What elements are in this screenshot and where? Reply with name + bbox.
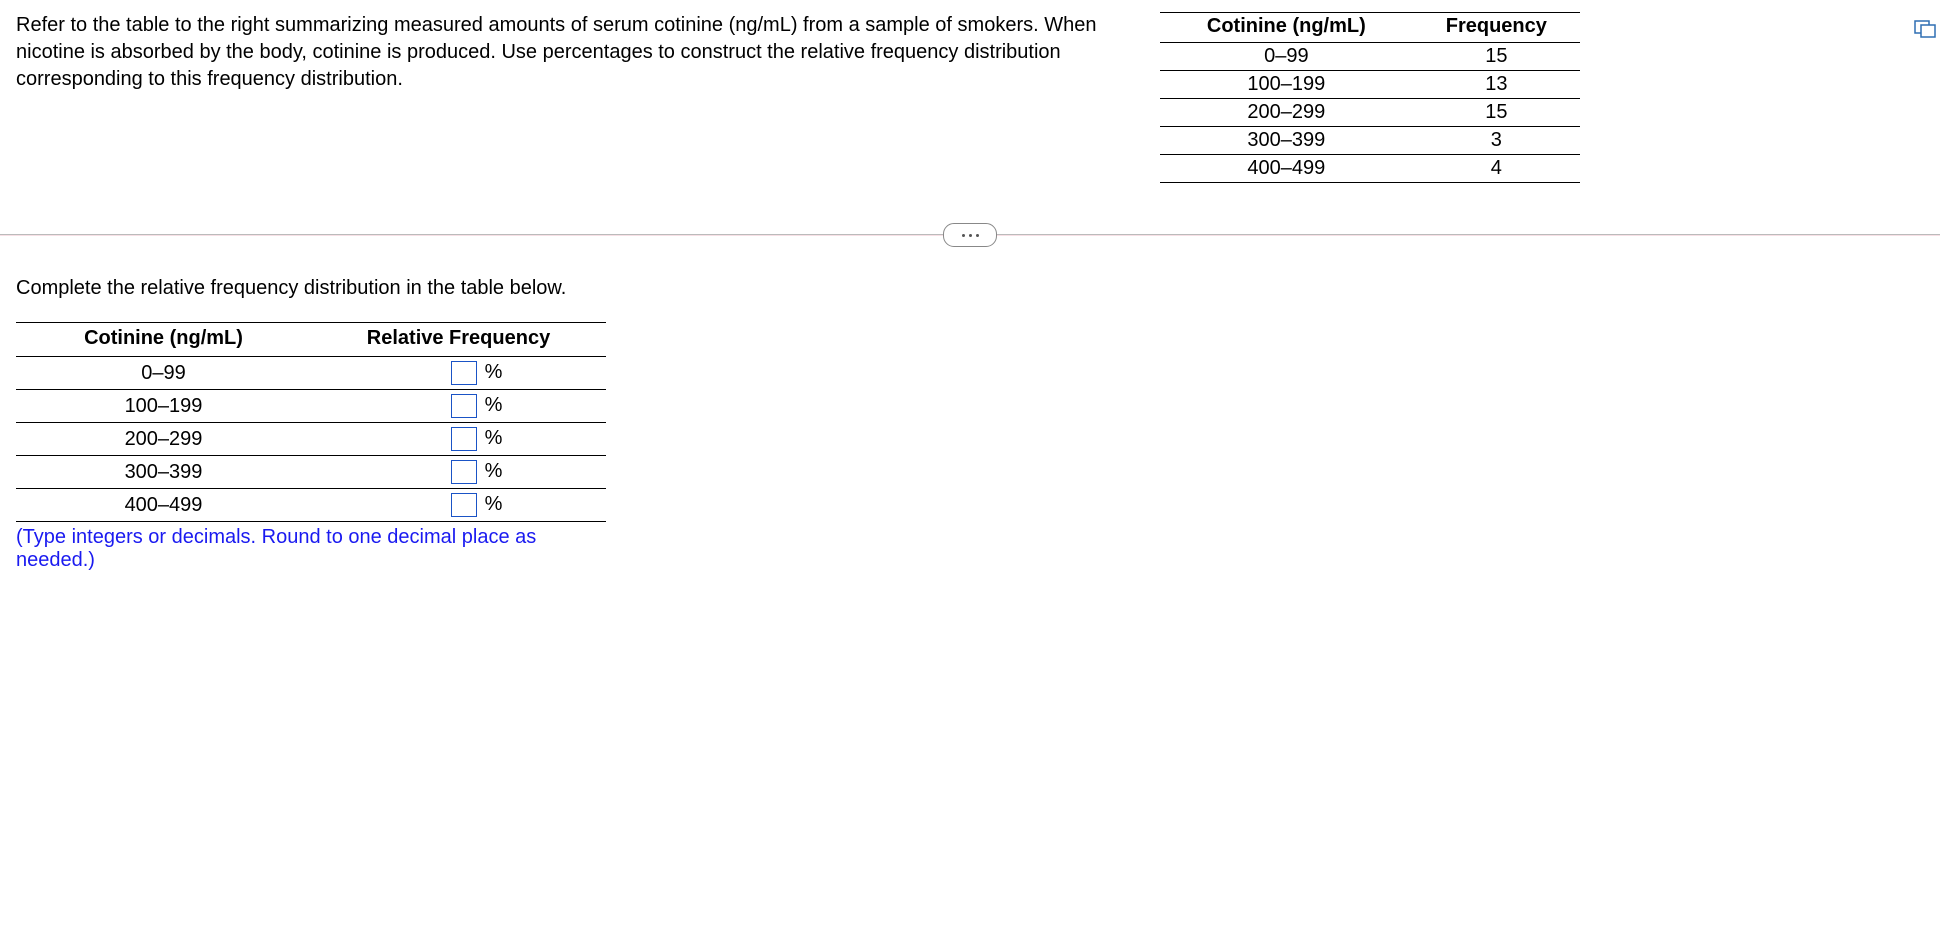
relative-frequency-table: Cotinine (ng/mL) Relative Frequency 0–99… — [16, 322, 606, 572]
freq-range: 100–199 — [1160, 71, 1413, 99]
freq-value: 15 — [1413, 43, 1580, 71]
table-row: 400–499 % — [16, 489, 606, 522]
table-row: 100–199 % — [16, 390, 606, 423]
answer-range: 400–499 — [16, 489, 311, 522]
relfreq-input-4[interactable] — [451, 493, 477, 517]
percent-label: % — [485, 460, 503, 482]
percent-label: % — [485, 394, 503, 416]
rounding-hint: (Type integers or decimals. Round to one… — [16, 526, 606, 572]
answer-range: 100–199 — [16, 390, 311, 423]
table-row: 300–399 % — [16, 456, 606, 489]
freq-range: 300–399 — [1160, 127, 1413, 155]
answer-range: 300–399 — [16, 456, 311, 489]
percent-label: % — [485, 427, 503, 449]
freq-value: 15 — [1413, 99, 1580, 127]
percent-label: % — [485, 493, 503, 515]
freq-table-header-frequency: Frequency — [1413, 13, 1580, 43]
instruction-text: Complete the relative frequency distribu… — [16, 277, 1924, 300]
answer-header-relfreq: Relative Frequency — [311, 323, 606, 357]
answer-range: 200–299 — [16, 423, 311, 456]
expand-collapse-button[interactable] — [943, 223, 997, 247]
table-row: 100–199 13 — [1160, 71, 1580, 99]
table-row: 400–499 4 — [1160, 155, 1580, 183]
answer-header-cotinine: Cotinine (ng/mL) — [16, 323, 311, 357]
relfreq-input-1[interactable] — [451, 394, 477, 418]
ellipsis-icon — [969, 234, 972, 237]
table-row: 0–99 % — [16, 357, 606, 390]
table-row: 200–299 15 — [1160, 99, 1580, 127]
freq-value: 13 — [1413, 71, 1580, 99]
popout-window-icon[interactable] — [1914, 20, 1936, 38]
ellipsis-icon — [962, 234, 965, 237]
freq-range: 0–99 — [1160, 43, 1413, 71]
percent-label: % — [485, 361, 503, 383]
table-row: 300–399 3 — [1160, 127, 1580, 155]
relfreq-input-0[interactable] — [451, 361, 477, 385]
freq-range: 200–299 — [1160, 99, 1413, 127]
frequency-table: Cotinine (ng/mL) Frequency 0–99 15 100–1… — [1160, 12, 1580, 183]
table-row: 0–99 15 — [1160, 43, 1580, 71]
table-row: 200–299 % — [16, 423, 606, 456]
freq-range: 400–499 — [1160, 155, 1413, 183]
relfreq-input-3[interactable] — [451, 460, 477, 484]
answer-range: 0–99 — [16, 357, 311, 390]
freq-table-header-cotinine: Cotinine (ng/mL) — [1160, 13, 1413, 43]
ellipsis-icon — [976, 234, 979, 237]
relfreq-input-2[interactable] — [451, 427, 477, 451]
freq-value: 3 — [1413, 127, 1580, 155]
problem-statement: Refer to the table to the right summariz… — [16, 12, 1160, 93]
freq-value: 4 — [1413, 155, 1580, 183]
